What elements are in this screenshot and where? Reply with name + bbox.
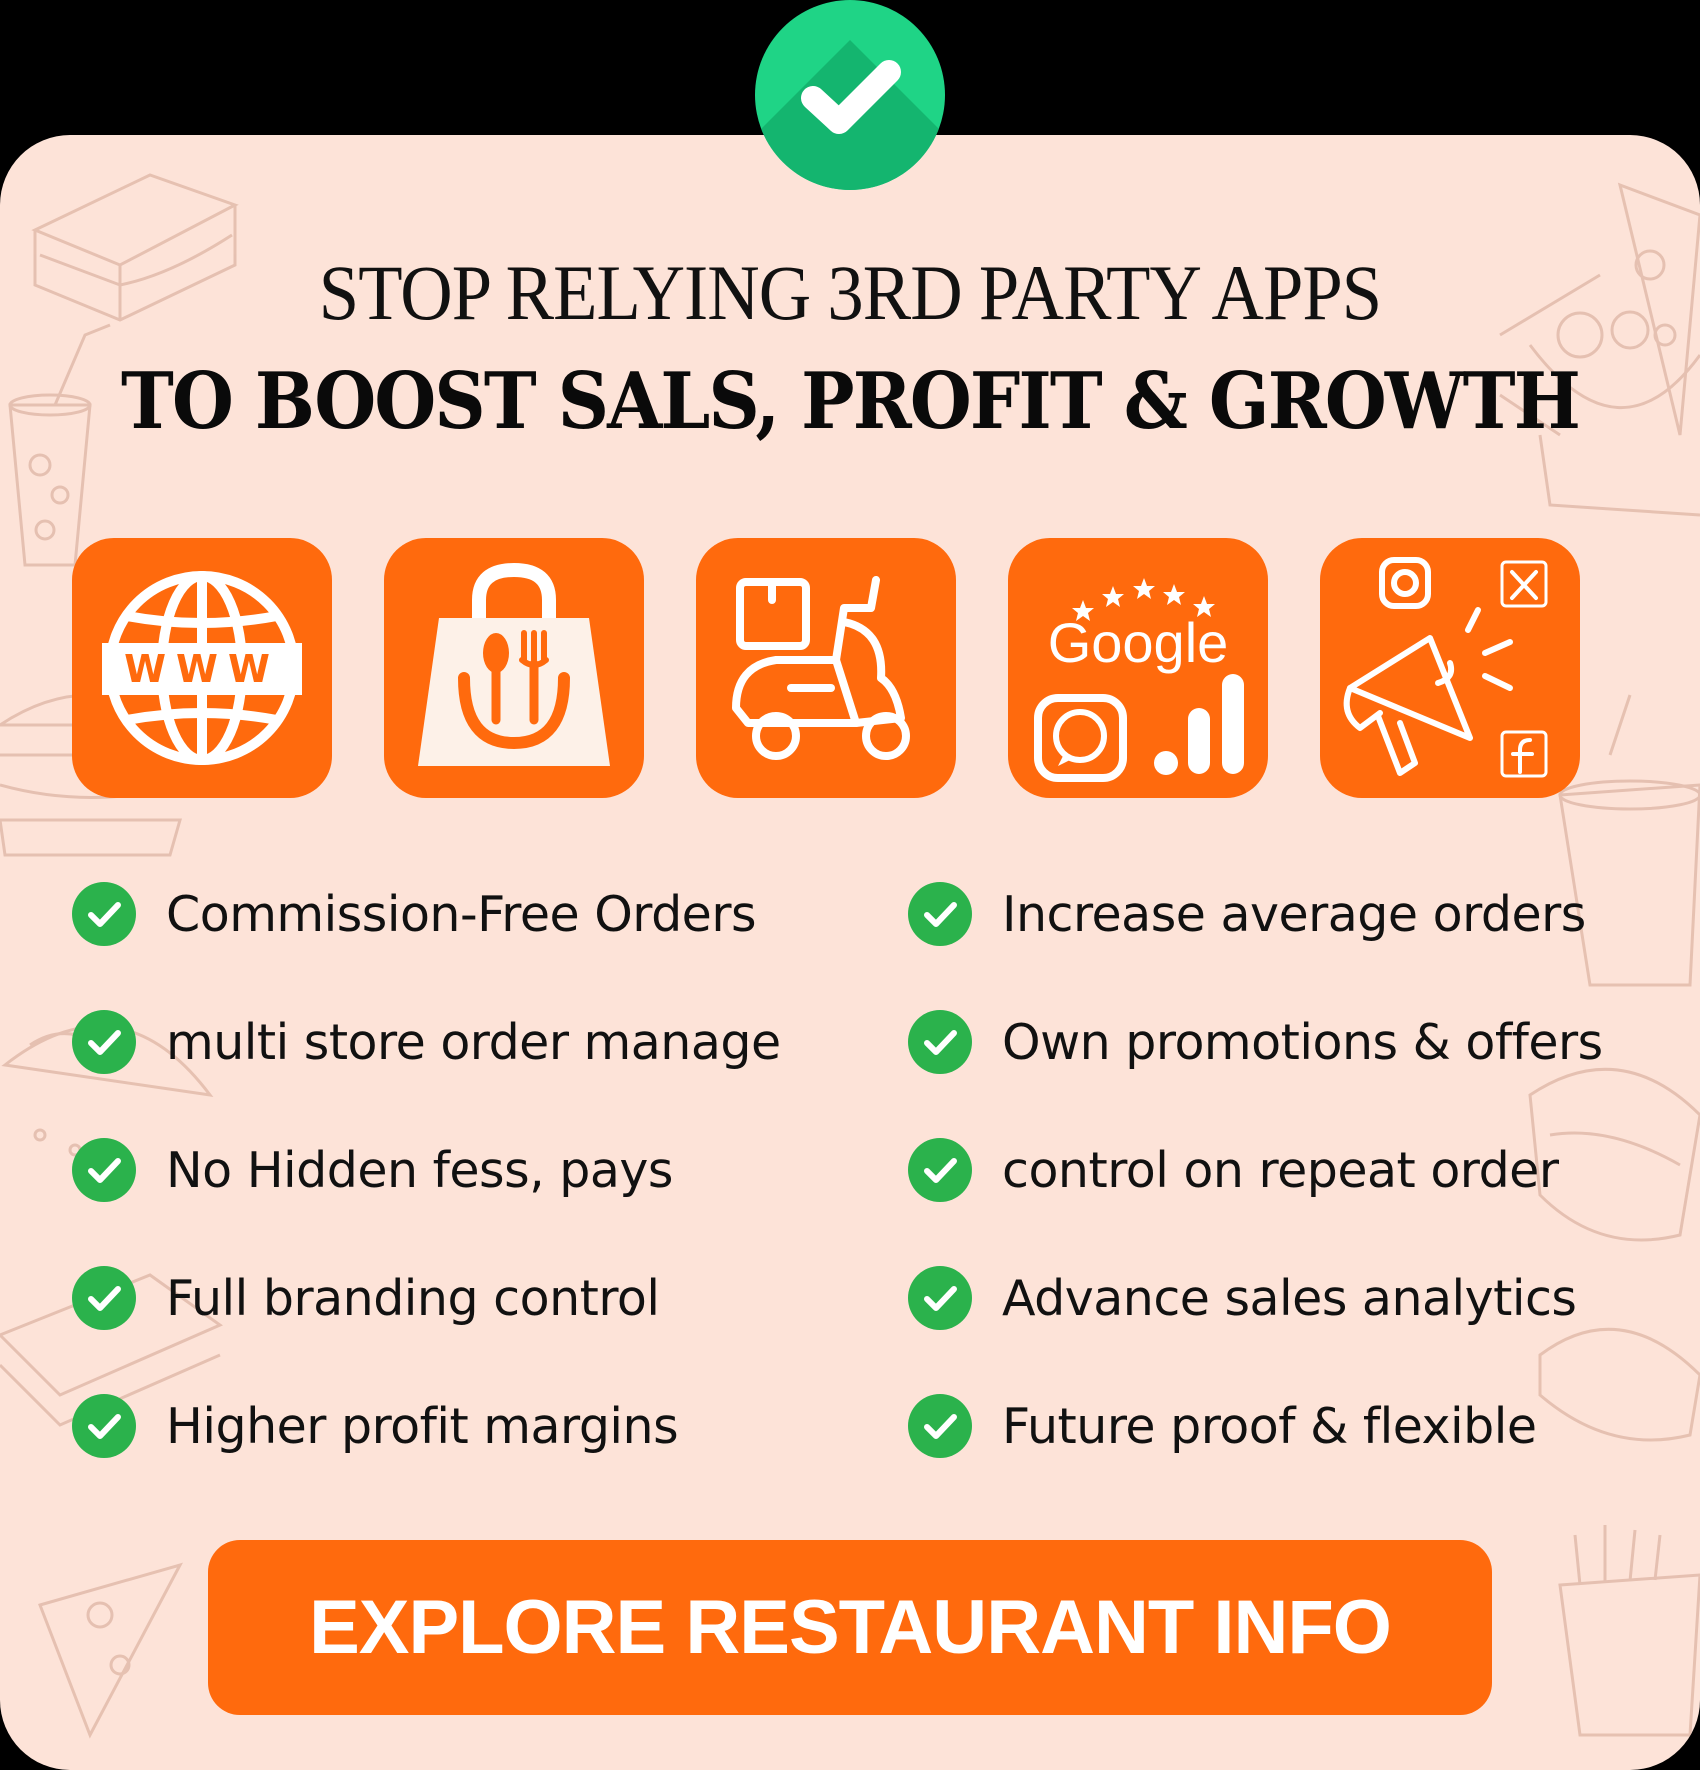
- food-bag-icon: [384, 538, 644, 798]
- headline-line-1: STOP RELYING 3RD PARTY APPS: [318, 249, 1382, 336]
- feature-label: control on repeat order: [1002, 1141, 1559, 1199]
- check-circle-icon: [72, 882, 136, 946]
- feature-item: No Hidden fess, pays: [72, 1138, 673, 1202]
- feature-label: Advance sales analytics: [1002, 1269, 1577, 1327]
- feature-item: control on repeat order: [908, 1138, 1559, 1202]
- feature-item: Increase average orders: [908, 882, 1586, 946]
- check-circle-icon: [908, 1138, 972, 1202]
- check-circle-icon: [72, 1266, 136, 1330]
- check-circle-icon: [72, 1394, 136, 1458]
- check-circle-icon: [908, 1010, 972, 1074]
- feature-item: Full branding control: [72, 1266, 660, 1330]
- google-icon-text: Google: [1048, 611, 1229, 674]
- explore-restaurant-info-button[interactable]: EXPLORE RESTAURANT INFO: [208, 1540, 1492, 1715]
- feature-item: Commission-Free Orders: [72, 882, 757, 946]
- feature-item: Own promotions & offers: [908, 1010, 1603, 1074]
- check-circle-icon: [72, 1138, 136, 1202]
- feature-label: Commission-Free Orders: [166, 885, 757, 943]
- feature-item: Advance sales analytics: [908, 1266, 1577, 1330]
- feature-label: No Hidden fess, pays: [166, 1141, 673, 1199]
- feature-item: Higher profit margins: [72, 1394, 679, 1458]
- feature-label: Full branding control: [166, 1269, 660, 1327]
- headline: STOP RELYING 3RD PARTY APPS TO BOOST SAL…: [0, 248, 1700, 452]
- feature-item: Future proof & flexible: [908, 1394, 1537, 1458]
- google-whatsapp-analytics-icon: Google: [1008, 538, 1268, 798]
- feature-label: Own promotions & offers: [1002, 1013, 1603, 1071]
- check-circle-icon: [908, 882, 972, 946]
- feature-label: Future proof & flexible: [1002, 1397, 1537, 1455]
- feature-label: Higher profit margins: [166, 1397, 679, 1455]
- headline-line-2: TO BOOST SALS, PROFIT & GROWTH: [120, 356, 1581, 447]
- feature-label: multi store order manage: [166, 1013, 781, 1071]
- check-circle-icon: [72, 1010, 136, 1074]
- delivery-scooter-icon: [696, 538, 956, 798]
- social-marketing-icon: [1320, 538, 1580, 798]
- www-icon-text: WWW: [124, 647, 280, 691]
- feature-item: multi store order manage: [72, 1010, 781, 1074]
- success-check-badge-icon: [755, 0, 945, 190]
- website-globe-icon: WWW: [72, 538, 332, 798]
- check-circle-icon: [908, 1394, 972, 1458]
- cta-label: EXPLORE RESTAURANT INFO: [309, 1585, 1392, 1670]
- check-circle-icon: [908, 1266, 972, 1330]
- feature-label: Increase average orders: [1002, 885, 1586, 943]
